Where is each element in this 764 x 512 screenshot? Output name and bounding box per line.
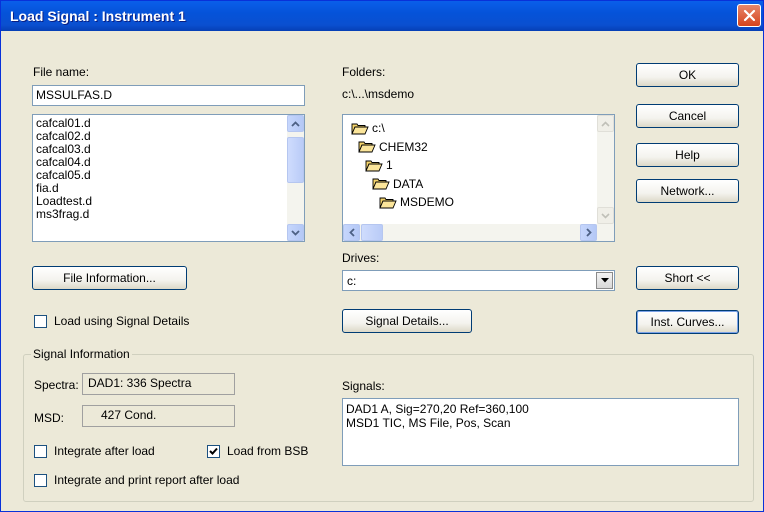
folder-name: MSDEMO	[400, 195, 454, 209]
ok-button[interactable]: OK	[636, 63, 739, 87]
load-signal-details-checkbox[interactable]	[34, 315, 47, 328]
chevron-down-icon	[601, 212, 610, 219]
integrate-print-checkbox[interactable]	[34, 474, 47, 487]
drives-dropdown-button[interactable]	[596, 272, 613, 289]
folder-open-icon	[351, 123, 369, 134]
close-icon	[743, 9, 756, 22]
chevron-left-icon	[348, 228, 355, 237]
file-information-button[interactable]: File Information...	[32, 266, 187, 290]
title-bar[interactable]: Load Signal : Instrument 1	[1, 1, 763, 31]
folder-path: c:\...\msdemo	[342, 87, 415, 101]
signal-information-legend: Signal Information	[31, 347, 132, 361]
integrate-after-load-label: Integrate after load	[54, 444, 155, 458]
folder-tree-item[interactable]: DATA	[372, 176, 423, 192]
folder-open-icon	[379, 197, 397, 208]
help-button[interactable]: Help	[636, 143, 739, 167]
inst-curves-button[interactable]: Inst. Curves...	[636, 310, 739, 334]
cancel-button[interactable]: Cancel	[636, 104, 739, 128]
checkmark-icon	[209, 447, 218, 455]
hscroll-thumb[interactable]	[361, 224, 383, 241]
folder-tree-item[interactable]: 1	[365, 157, 393, 173]
file-list[interactable]: cafcal01.d cafcal02.d cafcal03.d cafcal04.d…	[32, 114, 305, 242]
drives-label: Drives:	[342, 251, 380, 265]
short-button[interactable]: Short <<	[636, 266, 739, 290]
signal-details-button[interactable]: Signal Details...	[342, 309, 472, 333]
close-button[interactable]	[737, 4, 761, 27]
scroll-down-button[interactable]	[597, 207, 614, 224]
folder-name: CHEM32	[379, 139, 428, 154]
folder-tree-item[interactable]: c:\	[351, 120, 385, 136]
folder-tree-hscrollbar[interactable]	[343, 224, 614, 241]
folder-open-icon	[358, 141, 376, 153]
folder-tree-item[interactable]: MSDEMO	[379, 194, 454, 210]
file-name-label: File name:	[33, 65, 90, 79]
file-list-scrollbar[interactable]	[287, 115, 304, 241]
chevron-down-icon	[291, 229, 300, 236]
signal-list-item[interactable]: DAD1 A, Sig=270,20 Ref=360,100	[343, 402, 738, 416]
folder-tree[interactable]: c:\ CHEM32 1 DATA MSDEMO	[342, 114, 615, 242]
scroll-down-button[interactable]	[287, 224, 304, 241]
dropdown-arrow-icon	[600, 278, 609, 283]
integrate-print-label: Integrate and print report after load	[54, 473, 240, 487]
folder-open-icon	[365, 160, 383, 171]
file-name-input[interactable]: MSSULFAS.D	[32, 85, 305, 106]
spectra-label: Spectra:	[34, 378, 79, 392]
folder-tree-vscrollbar[interactable]	[597, 115, 614, 224]
integrate-after-load-checkbox[interactable]	[34, 445, 47, 458]
scroll-left-button[interactable]	[343, 224, 360, 241]
window-title: Load Signal : Instrument 1	[10, 8, 186, 24]
scroll-up-button[interactable]	[287, 115, 304, 132]
chevron-right-icon	[585, 228, 592, 237]
load-from-bsb-checkbox[interactable]	[207, 445, 220, 458]
folder-open-icon	[372, 178, 390, 190]
load-from-bsb-label: Load from BSB	[227, 444, 309, 458]
file-list-item[interactable]: ms3frag.d	[33, 208, 304, 221]
folder-tree-item[interactable]: CHEM32	[358, 139, 428, 155]
scroll-thumb[interactable]	[287, 137, 304, 183]
folder-name: 1	[386, 158, 393, 172]
chevron-up-icon	[601, 120, 610, 127]
network-button[interactable]: Network...	[636, 179, 739, 203]
msd-label: MSD:	[34, 411, 64, 425]
msd-value: 427 Cond.	[82, 405, 235, 427]
scroll-right-button[interactable]	[580, 224, 597, 241]
drives-value: c:	[347, 274, 357, 288]
folders-label: Folders:	[342, 65, 386, 79]
load-signal-dialog: Load Signal : Instrument 1 File name: MS…	[0, 0, 764, 512]
load-signal-details-label: Load using Signal Details	[54, 314, 190, 328]
drives-select[interactable]: c:	[342, 270, 615, 291]
signal-list-item[interactable]: MSD1 TIC, MS File, Pos, Scan	[343, 416, 738, 430]
file-list-item[interactable]: cafcal05.d	[33, 169, 304, 182]
chevron-up-icon	[291, 120, 300, 127]
scroll-up-button[interactable]	[597, 115, 614, 132]
folder-name: c:\	[372, 121, 385, 135]
signals-list[interactable]: DAD1 A, Sig=270,20 Ref=360,100 MSD1 TIC, …	[342, 398, 739, 466]
signals-label: Signals:	[342, 379, 385, 393]
spectra-value: DAD1: 336 Spectra	[82, 373, 235, 395]
folder-name: DATA	[393, 176, 424, 191]
